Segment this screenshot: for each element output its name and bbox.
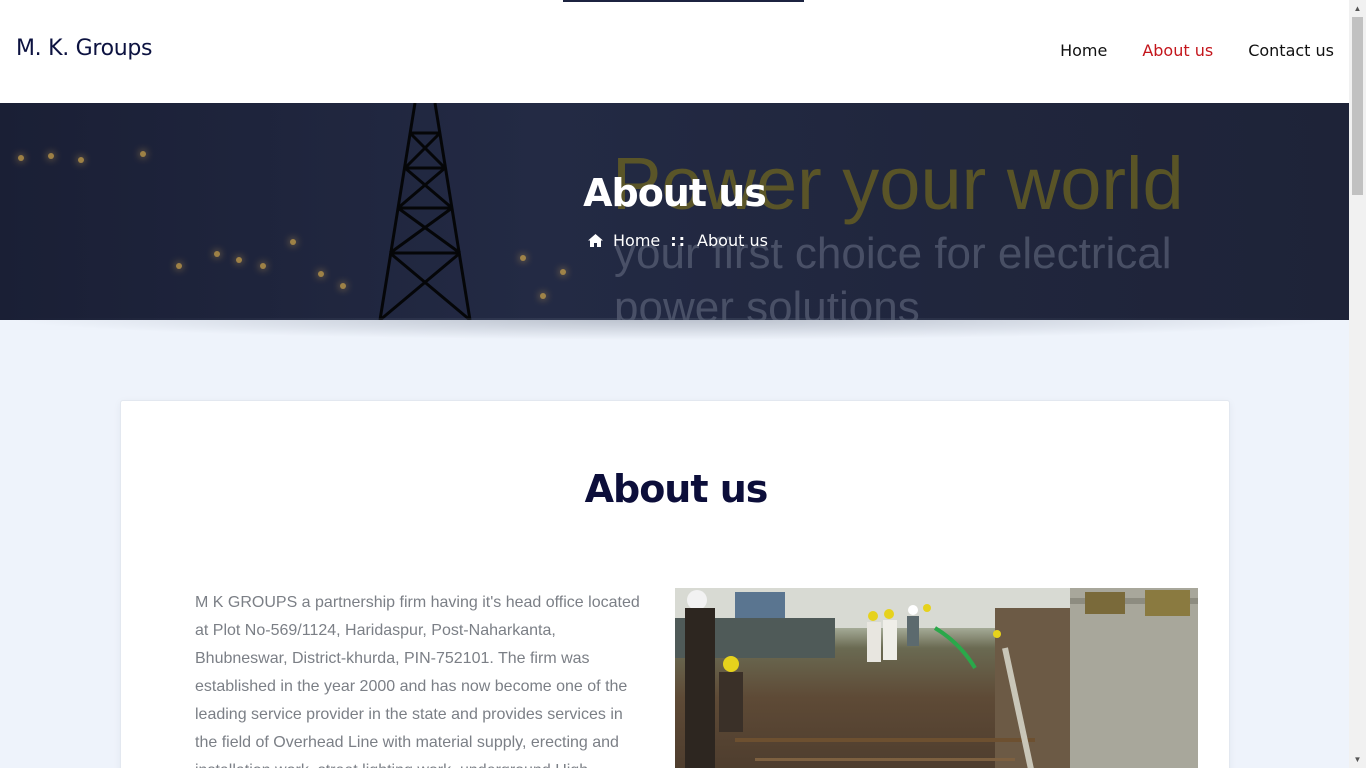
scroll-down-arrow-icon[interactable]: ▼ — [1349, 751, 1366, 768]
nav-contact-us[interactable]: Contact us — [1248, 41, 1334, 60]
breadcrumb-separator: :: — [670, 231, 688, 250]
about-card: About us M K GROUPS a partnership firm h… — [120, 400, 1230, 768]
home-icon — [588, 234, 603, 247]
breadcrumb-current: About us — [697, 231, 768, 250]
nav-about-us[interactable]: About us — [1142, 41, 1213, 60]
page-banner: Power your world your first choice for e… — [0, 103, 1349, 320]
site-logo[interactable]: M. K. Groups — [16, 36, 153, 61]
about-paragraph: M K GROUPS a partnership firm having it'… — [195, 594, 640, 768]
nav-home[interactable]: Home — [1060, 41, 1107, 60]
breadcrumb-home-link[interactable]: Home — [613, 231, 660, 250]
scrollbar-thumb[interactable] — [1352, 17, 1363, 195]
page-scrollbar[interactable]: ▲ ▼ — [1349, 0, 1366, 768]
main-nav: Home About us Contact us — [1060, 41, 1334, 60]
banner-title: About us — [583, 171, 767, 215]
banner-shadow — [0, 318, 1349, 340]
scroll-up-arrow-icon[interactable]: ▲ — [1349, 0, 1366, 17]
about-heading: About us — [584, 467, 769, 511]
page-load-progress — [563, 0, 804, 2]
work-site-photo — [675, 588, 1198, 768]
site-header: M. K. Groups Home About us Contact us — [0, 0, 1349, 103]
breadcrumb: Home :: About us — [588, 231, 768, 250]
